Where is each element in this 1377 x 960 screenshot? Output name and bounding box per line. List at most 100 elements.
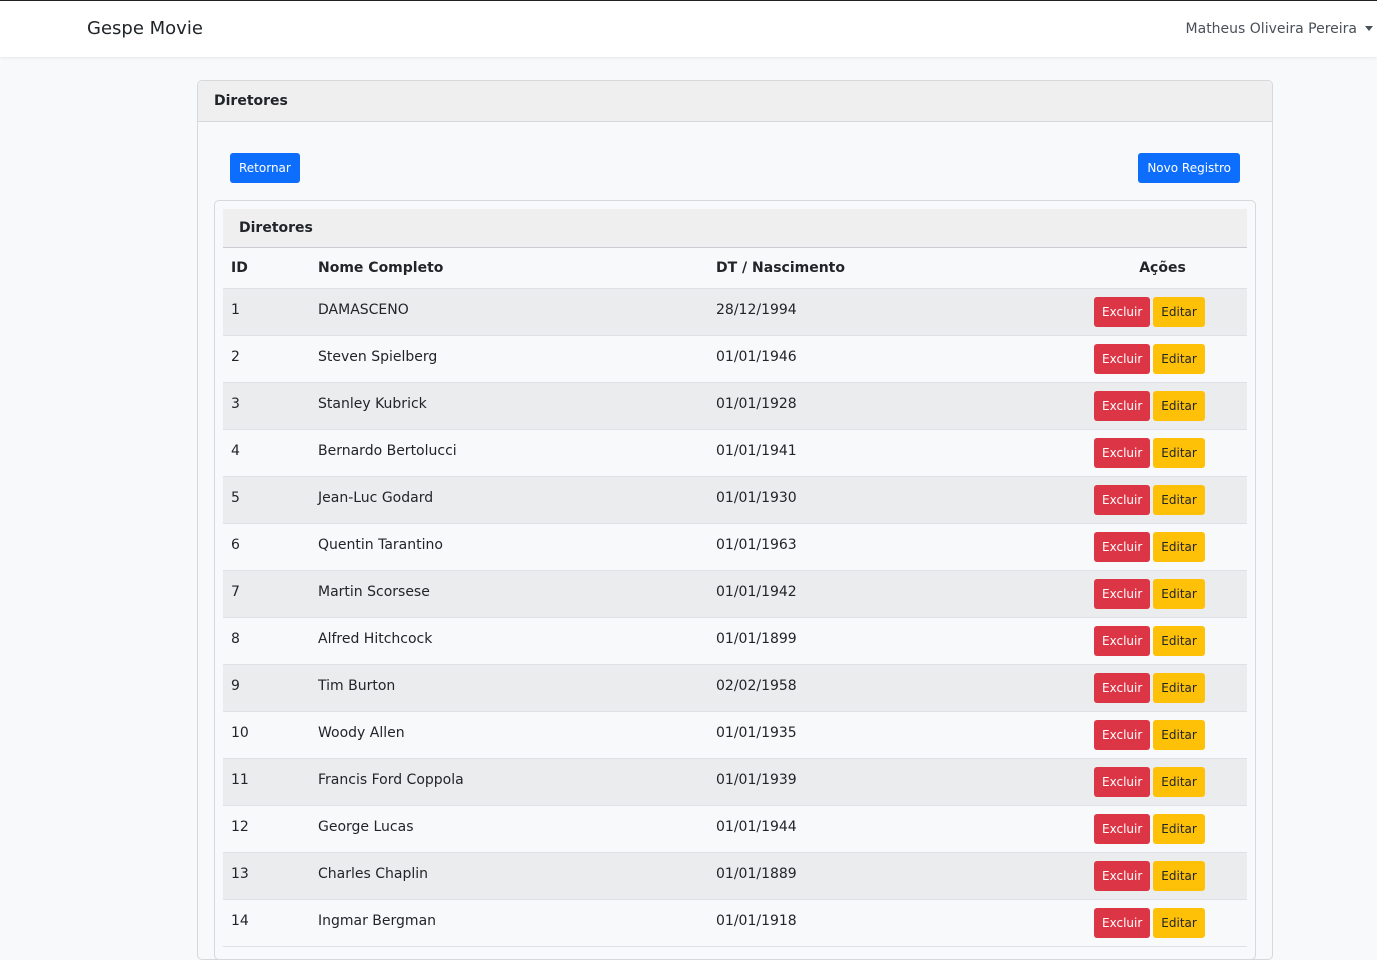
cell-id: 10 (223, 711, 310, 759)
cell-dt: 01/01/1935 (708, 711, 1078, 759)
row-actions: Excluir Editar (1094, 578, 1247, 609)
cell-nome: George Lucas (310, 805, 708, 853)
cell-acoes: Excluir Editar (1078, 664, 1247, 712)
edit-button[interactable]: Editar (1153, 813, 1205, 844)
table-row: 8 Alfred Hitchcock 01/01/1899 Excluir Editar (223, 617, 1247, 665)
delete-button[interactable]: Excluir (1094, 437, 1151, 468)
cell-id: 6 (223, 523, 310, 571)
delete-button[interactable]: Excluir (1094, 296, 1151, 327)
table-row: 14 Ingmar Bergman 01/01/1918 Excluir Editar (223, 899, 1247, 947)
cell-dt: 28/12/1994 (708, 288, 1078, 336)
caret-down-icon (1365, 25, 1373, 31)
row-actions: Excluir Editar (1094, 390, 1247, 421)
cell-dt: 01/01/1930 (708, 476, 1078, 524)
cell-acoes: Excluir Editar (1078, 805, 1247, 853)
delete-button[interactable]: Excluir (1094, 860, 1151, 891)
card-title: Diretores (198, 81, 1272, 122)
table-row: 4 Bernardo Bertolucci 01/01/1941 Excluir Edi… (223, 429, 1247, 477)
table-row: 5 Jean-Luc Godard 01/01/1930 Excluir Editar (223, 476, 1247, 524)
edit-button[interactable]: Editar (1153, 578, 1205, 609)
cell-id: 3 (223, 382, 310, 430)
cell-nome: Steven Spielberg (310, 335, 708, 383)
edit-button[interactable]: Editar (1153, 484, 1205, 515)
cell-nome: Stanley Kubrick (310, 382, 708, 430)
cell-id: 11 (223, 758, 310, 806)
cell-dt: 02/02/1958 (708, 664, 1078, 712)
cell-dt: 01/01/1942 (708, 570, 1078, 618)
cell-dt: 01/01/1939 (708, 758, 1078, 806)
cell-acoes: Excluir Editar (1078, 382, 1247, 430)
delete-button[interactable]: Excluir (1094, 813, 1151, 844)
edit-button[interactable]: Editar (1153, 766, 1205, 797)
table-header-row: ID Nome Completo DT / Nascimento Ações (223, 248, 1247, 289)
delete-button[interactable]: Excluir (1094, 578, 1151, 609)
header-id: ID (223, 248, 310, 289)
edit-button[interactable]: Editar (1153, 343, 1205, 374)
table-row: 12 George Lucas 01/01/1944 Excluir Editar (223, 805, 1247, 853)
header-nome: Nome Completo (310, 248, 708, 289)
cell-id: 9 (223, 664, 310, 712)
row-actions: Excluir Editar (1094, 484, 1247, 515)
cell-nome: Jean-Luc Godard (310, 476, 708, 524)
directors-card: Diretores Retornar Novo Registro Diretor… (197, 80, 1273, 960)
cell-acoes: Excluir Editar (1078, 758, 1247, 806)
cell-dt: 01/01/1946 (708, 335, 1078, 383)
delete-button[interactable]: Excluir (1094, 343, 1151, 374)
navbar: Gespe Movie Matheus Oliveira Pereira (0, 0, 1377, 57)
edit-button[interactable]: Editar (1153, 907, 1205, 938)
delete-button[interactable]: Excluir (1094, 625, 1151, 656)
cell-acoes: Excluir Editar (1078, 429, 1247, 477)
table-row: 11 Francis Ford Coppola 01/01/1939 Excluir E… (223, 758, 1247, 806)
cell-nome: Alfred Hitchcock (310, 617, 708, 665)
edit-button[interactable]: Editar (1153, 672, 1205, 703)
row-actions: Excluir Editar (1094, 672, 1247, 703)
delete-button[interactable]: Excluir (1094, 766, 1151, 797)
cell-acoes: Excluir Editar (1078, 335, 1247, 383)
edit-button[interactable]: Editar (1153, 390, 1205, 421)
edit-button[interactable]: Editar (1153, 296, 1205, 327)
brand-link[interactable]: Gespe Movie (87, 18, 203, 39)
header-acoes: Ações (1078, 248, 1247, 289)
edit-button[interactable]: Editar (1153, 860, 1205, 891)
cell-id: 7 (223, 570, 310, 618)
table-title: Diretores (223, 209, 1247, 248)
cell-nome: Quentin Tarantino (310, 523, 708, 571)
cell-id: 8 (223, 617, 310, 665)
table-row: 7 Martin Scorsese 01/01/1942 Excluir Editar (223, 570, 1247, 618)
row-actions: Excluir Editar (1094, 343, 1247, 374)
row-actions: Excluir Editar (1094, 531, 1247, 562)
cell-acoes: Excluir Editar (1078, 476, 1247, 524)
cell-acoes: Excluir Editar (1078, 523, 1247, 571)
user-menu-dropdown[interactable]: Matheus Oliveira Pereira (1186, 21, 1373, 37)
edit-button[interactable]: Editar (1153, 719, 1205, 750)
cell-id: 2 (223, 335, 310, 383)
delete-button[interactable]: Excluir (1094, 484, 1151, 515)
cell-id: 12 (223, 805, 310, 853)
back-button[interactable]: Retornar (230, 153, 300, 183)
delete-button[interactable]: Excluir (1094, 907, 1151, 938)
cell-acoes: Excluir Editar (1078, 852, 1247, 900)
delete-button[interactable]: Excluir (1094, 672, 1151, 703)
delete-button[interactable]: Excluir (1094, 719, 1151, 750)
header-dt: DT / Nascimento (708, 248, 1078, 289)
cell-id: 1 (223, 288, 310, 336)
edit-button[interactable]: Editar (1153, 625, 1205, 656)
cell-nome: Charles Chaplin (310, 852, 708, 900)
table-row: 1 DAMASCENO 28/12/1994 Excluir Editar (223, 288, 1247, 336)
cell-dt: 01/01/1918 (708, 899, 1078, 947)
row-actions: Excluir Editar (1094, 625, 1247, 656)
delete-button[interactable]: Excluir (1094, 390, 1151, 421)
cell-nome: Tim Burton (310, 664, 708, 712)
directors-table-card: Diretores ID Nome Completo DT / Nascimen… (214, 200, 1256, 960)
cell-id: 13 (223, 852, 310, 900)
edit-button[interactable]: Editar (1153, 531, 1205, 562)
cell-dt: 01/01/1963 (708, 523, 1078, 571)
cell-acoes: Excluir Editar (1078, 711, 1247, 759)
delete-button[interactable]: Excluir (1094, 531, 1151, 562)
edit-button[interactable]: Editar (1153, 437, 1205, 468)
new-record-button[interactable]: Novo Registro (1138, 153, 1240, 183)
row-actions: Excluir Editar (1094, 719, 1247, 750)
cell-acoes: Excluir Editar (1078, 617, 1247, 665)
user-name: Matheus Oliveira Pereira (1185, 21, 1357, 37)
cell-dt: 01/01/1889 (708, 852, 1078, 900)
